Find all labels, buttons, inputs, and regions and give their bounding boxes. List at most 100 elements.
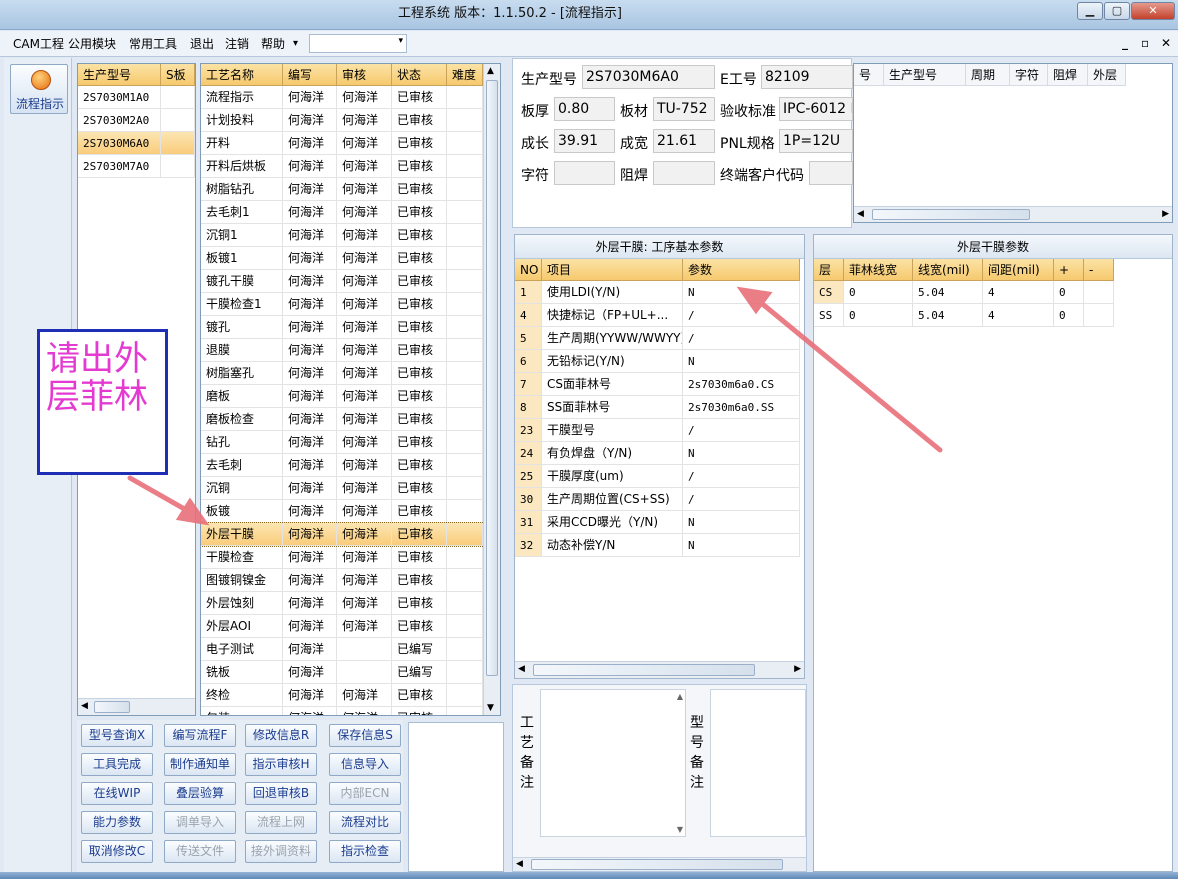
action-button[interactable]: 指示检查 [329,840,401,863]
width-field[interactable]: 21.61 [653,129,715,153]
horizontal-scrollbar[interactable]: ◀ ▶ [854,206,1172,222]
process-row[interactable]: 计划投料 何海洋 何海洋 已审核 [201,109,500,132]
process-row[interactable]: 终检 何海洋 何海洋 已审核 [201,684,500,707]
menu-public-module[interactable]: 公用模块 [68,35,116,53]
column-header[interactable]: 外层 [1088,64,1126,86]
process-row[interactable]: 板镀 何海洋 何海洋 已审核 [201,500,500,523]
chevron-left-icon[interactable]: ◀ [81,701,88,711]
horizontal-scrollbar[interactable]: ◀ [78,698,195,715]
minimize-icon[interactable]: ▁ [1077,2,1103,20]
menu-logout[interactable]: 注销 [225,35,249,53]
action-button[interactable]: 工具完成 [81,753,153,776]
chevron-left-icon[interactable]: ◀ [518,664,525,674]
param-row[interactable]: 31 采用CCD曝光（Y/N) N [515,511,804,534]
param-row[interactable]: 1 使用LDI(Y/N) N [515,281,804,304]
action-button[interactable]: 编写流程F [164,724,236,747]
chevron-up-icon[interactable]: ▲ [677,692,683,701]
process-row[interactable]: 沉铜 何海洋 何海洋 已审核 [201,477,500,500]
material-field[interactable]: TU-752 [653,97,715,121]
column-header[interactable]: 线宽(mil) [913,259,983,281]
action-button[interactable]: 指示审核H [245,753,317,776]
chevron-left-icon[interactable]: ◀ [516,859,523,869]
process-row[interactable]: 干膜检查 何海洋 何海洋 已审核 [201,546,500,569]
scroll-thumb[interactable] [94,701,130,713]
process-row[interactable]: 钻孔 何海洋 何海洋 已审核 [201,431,500,454]
standard-field[interactable]: IPC-6012 I [779,97,853,121]
process-row[interactable]: 沉铜1 何海洋 何海洋 已审核 [201,224,500,247]
model-row[interactable]: 2S7030M7A0 [78,155,195,178]
mdi-close-icon[interactable]: ✕ [1161,36,1171,50]
action-button[interactable]: 流程对比 [329,811,401,834]
film-row[interactable]: SS 0 5.04 4 0 [814,304,1172,327]
process-row[interactable]: 去毛刺1 何海洋 何海洋 已审核 [201,201,500,224]
column-header[interactable]: 菲林线宽 [844,259,913,281]
horizontal-scrollbar[interactable]: ◀ [513,857,806,871]
process-row[interactable]: 去毛刺 何海洋 何海洋 已审核 [201,454,500,477]
film-row[interactable]: CS 0 5.04 4 0 [814,281,1172,304]
action-button[interactable]: 型号查询X [81,724,153,747]
soldermask-field[interactable] [653,161,715,185]
process-row[interactable]: 外层AOI 何海洋 何海洋 已审核 [201,615,500,638]
column-header[interactable]: 审核 [337,64,392,86]
menu-cam[interactable]: CAM工程 [13,35,64,53]
column-header[interactable]: 参数 [683,259,800,281]
menu-combo[interactable]: ▾ [309,34,407,53]
maximize-icon[interactable]: ▢ [1104,2,1130,20]
column-header[interactable]: + [1054,259,1084,281]
menu-help[interactable]: 帮助 [261,35,285,53]
action-button[interactable]: 取消修改C [81,840,153,863]
chevron-right-icon[interactable]: ▶ [1162,209,1169,219]
action-button[interactable]: 回退审核B [245,782,317,805]
column-header[interactable]: 项目 [542,259,683,281]
model-field[interactable]: 2S7030M6A0 [582,65,715,89]
model-note-textarea[interactable] [710,689,806,837]
column-header[interactable]: 阻焊 [1048,64,1088,86]
mdi-minimize-icon[interactable]: _ [1122,36,1128,50]
param-row[interactable]: 8 SS面菲林号 2s7030m6a0.SS [515,396,804,419]
silkscreen-field[interactable] [554,161,615,185]
param-row[interactable]: 4 快捷标记（FP+UL+... / [515,304,804,327]
vertical-scrollbar[interactable]: ▲ ▼ [483,64,500,715]
horizontal-scrollbar[interactable]: ◀ ▶ [515,661,804,678]
column-header[interactable]: 状态 [392,64,447,86]
column-header[interactable]: 工艺名称 [201,64,283,86]
flow-indicator-button[interactable]: 流程指示 [10,64,68,114]
chevron-up-icon[interactable]: ▲ [487,66,494,76]
process-row[interactable]: 开料 何海洋 何海洋 已审核 [201,132,500,155]
pnl-field[interactable]: 1P=12U [779,129,853,153]
length-field[interactable]: 39.91 [554,129,615,153]
process-row[interactable]: 电子测试 何海洋 已编写 [201,638,500,661]
chevron-down-icon[interactable]: ▼ [677,825,683,834]
column-header[interactable]: 字符 [1010,64,1048,86]
model-row[interactable]: 2S7030M6A0 [78,132,195,155]
column-header[interactable]: 间距(mil) [983,259,1054,281]
action-button[interactable]: 保存信息S [329,724,401,747]
process-row[interactable]: 板镀1 何海洋 何海洋 已审核 [201,247,500,270]
process-row[interactable]: 镀孔干膜 何海洋 何海洋 已审核 [201,270,500,293]
scroll-thumb[interactable] [486,80,498,676]
e-number-field[interactable]: 82109 [761,65,853,89]
process-row[interactable]: 开料后烘板 何海洋 何海洋 已审核 [201,155,500,178]
scroll-thumb[interactable] [872,209,1030,220]
customer-code-field[interactable] [809,161,853,185]
scroll-thumb[interactable] [533,664,755,676]
process-row[interactable]: 图镀铜镍金 何海洋 何海洋 已审核 [201,569,500,592]
chevron-right-icon[interactable]: ▶ [794,664,801,674]
process-row[interactable]: 磨板 何海洋 何海洋 已审核 [201,385,500,408]
menu-tools[interactable]: 常用工具 [129,35,177,53]
process-row[interactable]: 外层干膜 何海洋 何海洋 已审核 [201,522,500,547]
action-button[interactable]: 能力参数 [81,811,153,834]
column-header[interactable]: 难度 [447,64,483,86]
column-header[interactable]: 生产型号 [884,64,966,86]
action-button[interactable]: 在线WIP [81,782,153,805]
chevron-left-icon[interactable]: ◀ [857,209,864,219]
column-header[interactable]: - [1084,259,1114,281]
action-button[interactable]: 叠层验算 [164,782,236,805]
chevron-down-icon[interactable]: ▼ [487,703,494,713]
model-row[interactable]: 2S7030M1A0 [78,86,195,109]
craft-note-textarea[interactable]: ▲ ▼ [540,689,686,837]
process-row[interactable]: 流程指示 何海洋 何海洋 已审核 [201,86,500,109]
param-row[interactable]: 6 无铅标记(Y/N) N [515,350,804,373]
process-row[interactable]: 包装何海洋何海洋已审核 [201,707,500,715]
chevron-down-icon[interactable]: ▾ [293,35,298,53]
